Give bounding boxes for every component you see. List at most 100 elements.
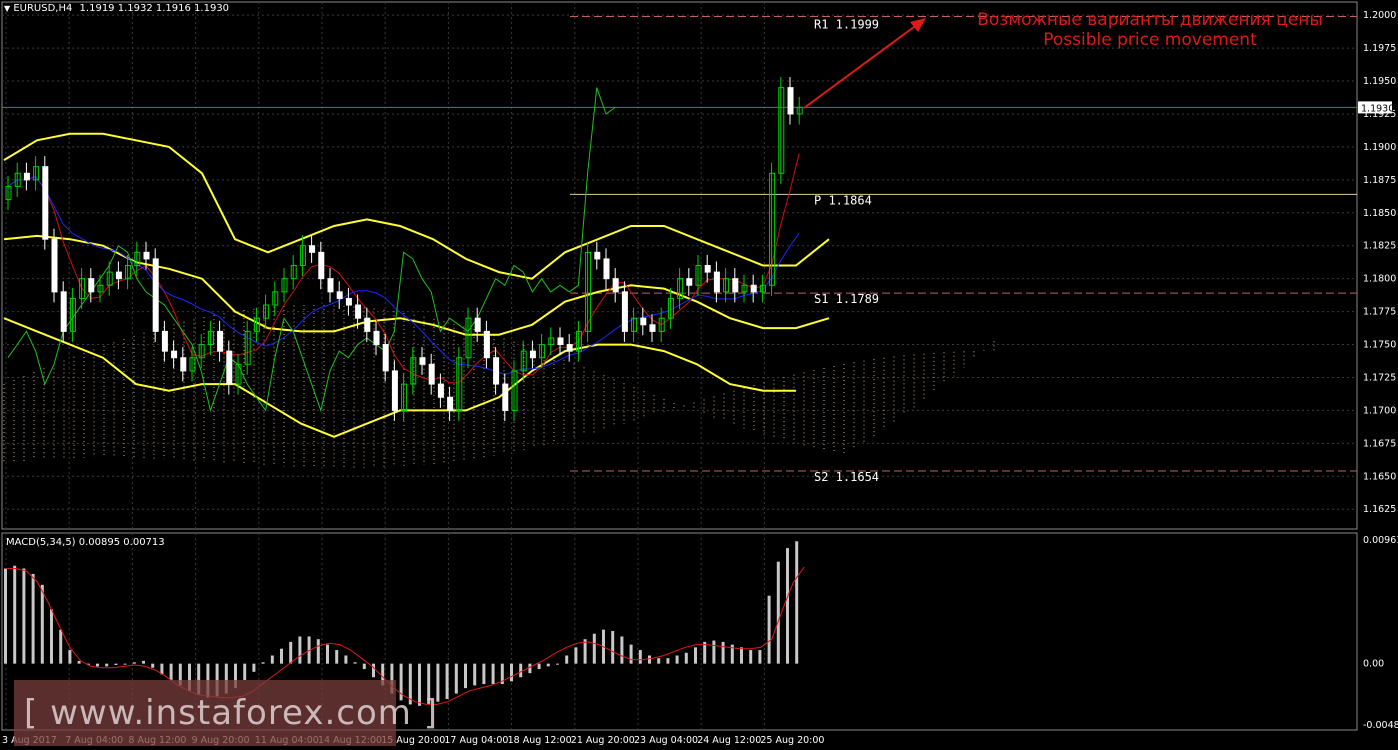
candle-body [557,337,564,346]
price-chart-svg: R1 1.1999 P 1.1864 S1 1.1789 S2 1.1654 MACD… [1,1,1398,746]
macd-bar [270,655,274,664]
macd-bar [105,663,109,667]
y-tick-label: 1.1700 [1363,405,1396,416]
y-tick-label: 1.1975 [1363,43,1396,54]
y-tick-label: 1.1875 [1363,175,1396,186]
macd-bar [592,633,596,664]
macd-bar [712,640,716,664]
annotation-text: Возможные варианты движения цены Possibl… [940,10,1360,50]
candle-body [336,291,343,299]
candle-body [419,357,426,365]
pivot-label-s2: S2 1.1654 [814,470,879,484]
y-tick-label: 1.2000 [1363,10,1396,21]
macd-bar [335,650,339,664]
candle-body [373,330,380,346]
macd-bar [666,658,670,664]
candle-body [143,251,150,260]
macd-y-tick: 0.00 [1363,659,1384,670]
macd-bar [298,636,302,664]
macd-bar [565,655,569,664]
x-tick-label: 25 Aug 20:00 [760,735,824,746]
candle-body [115,271,122,280]
macd-bar [721,641,725,664]
candle-body [391,370,398,411]
macd-bar [252,663,256,672]
macd-bar [675,655,679,664]
pivot-label-p: P 1.1864 [814,193,872,207]
macd-bar [151,663,155,668]
candle-body [88,278,95,293]
macd-bar [556,663,559,665]
candle-body [171,350,178,359]
candle-body [502,383,509,411]
candle-body [161,330,168,352]
macd-bar [344,655,348,664]
y-tick-label: 1.1750 [1363,340,1396,351]
candle-body [493,357,500,385]
candle-body [428,363,435,385]
macd-bar [316,639,320,664]
macd-bar [510,663,513,682]
triangle-down-icon[interactable]: ▼ [4,4,10,13]
grid [1,1,1358,731]
candle-body [42,166,49,240]
macd-bar [243,663,247,680]
macd-bar [786,548,789,664]
macd-y-tick: 0.00961 [1363,535,1398,546]
macd-bar [454,663,458,694]
candle-body [447,396,454,411]
macd-title: MACD(5,34,5) 0.00895 0.00713 [6,537,165,548]
candle-body [787,87,794,115]
x-tick-label: 23 Aug 04:00 [634,735,698,746]
macd-bar [77,660,81,664]
macd-bar [740,647,743,664]
pivot-label-s1: S1 1.1789 [814,292,879,306]
macd-bar [68,650,72,664]
y-tick-label: 1.1900 [1363,142,1396,153]
macd-bar [611,631,615,664]
x-tick-label: 24 Aug 12:00 [697,735,761,746]
arrow-head-icon [910,18,926,32]
chart-header: ▼ EURUSD,H4 1.1919 1.1932 1.1916 1.1930 [4,3,229,14]
watermark-text: [ www.instaforex.com ] [24,693,438,733]
macd-bar [620,636,624,664]
candle-body [566,344,573,352]
symbol-label: EURUSD,H4 [13,3,73,14]
annotation-arrow-line [803,23,919,109]
y-tick-label: 1.1625 [1363,504,1396,515]
macd-bar [372,663,375,678]
macd-bar [123,663,127,665]
candle-body [713,271,720,293]
candle-body [51,238,58,293]
macd-bar [473,663,477,686]
macd-bar [142,660,145,664]
candle-body [640,317,647,326]
macd-bar [464,663,467,689]
y-tick-label: 1.1650 [1363,471,1396,482]
macd-bar [795,541,799,664]
candle-body [437,383,444,398]
candle-body [217,330,224,352]
pivot-levels: R1 1.1999 P 1.1864 S1 1.1789 S2 1.1654 [2,15,1357,484]
candle-body [686,278,693,286]
candle-body [750,284,757,293]
candle-body [309,245,316,253]
macd-bar [703,641,707,664]
macd-bar [40,584,44,664]
ohlc-values: 1.1919 1.1932 1.1916 1.1930 [79,3,230,14]
y-tick-label: 1.1850 [1363,208,1396,219]
candle-body [649,324,656,332]
macd-bar [362,663,366,670]
macd-bar [50,609,53,664]
y-tick-label: 1.1675 [1363,438,1396,449]
macd-bar [638,650,642,664]
macd-bar [546,663,550,667]
candle-body [382,344,389,372]
candle-body [152,258,159,332]
macd-bar [169,663,173,680]
current-price-label: 1.1930 [1361,103,1394,114]
pivot-label-r1: R1 1.1999 [814,17,879,31]
candle-body [474,317,481,332]
candle-body [603,258,610,280]
axes: 3 Aug 20177 Aug 04:008 Aug 12:009 Aug 20… [2,10,1398,746]
